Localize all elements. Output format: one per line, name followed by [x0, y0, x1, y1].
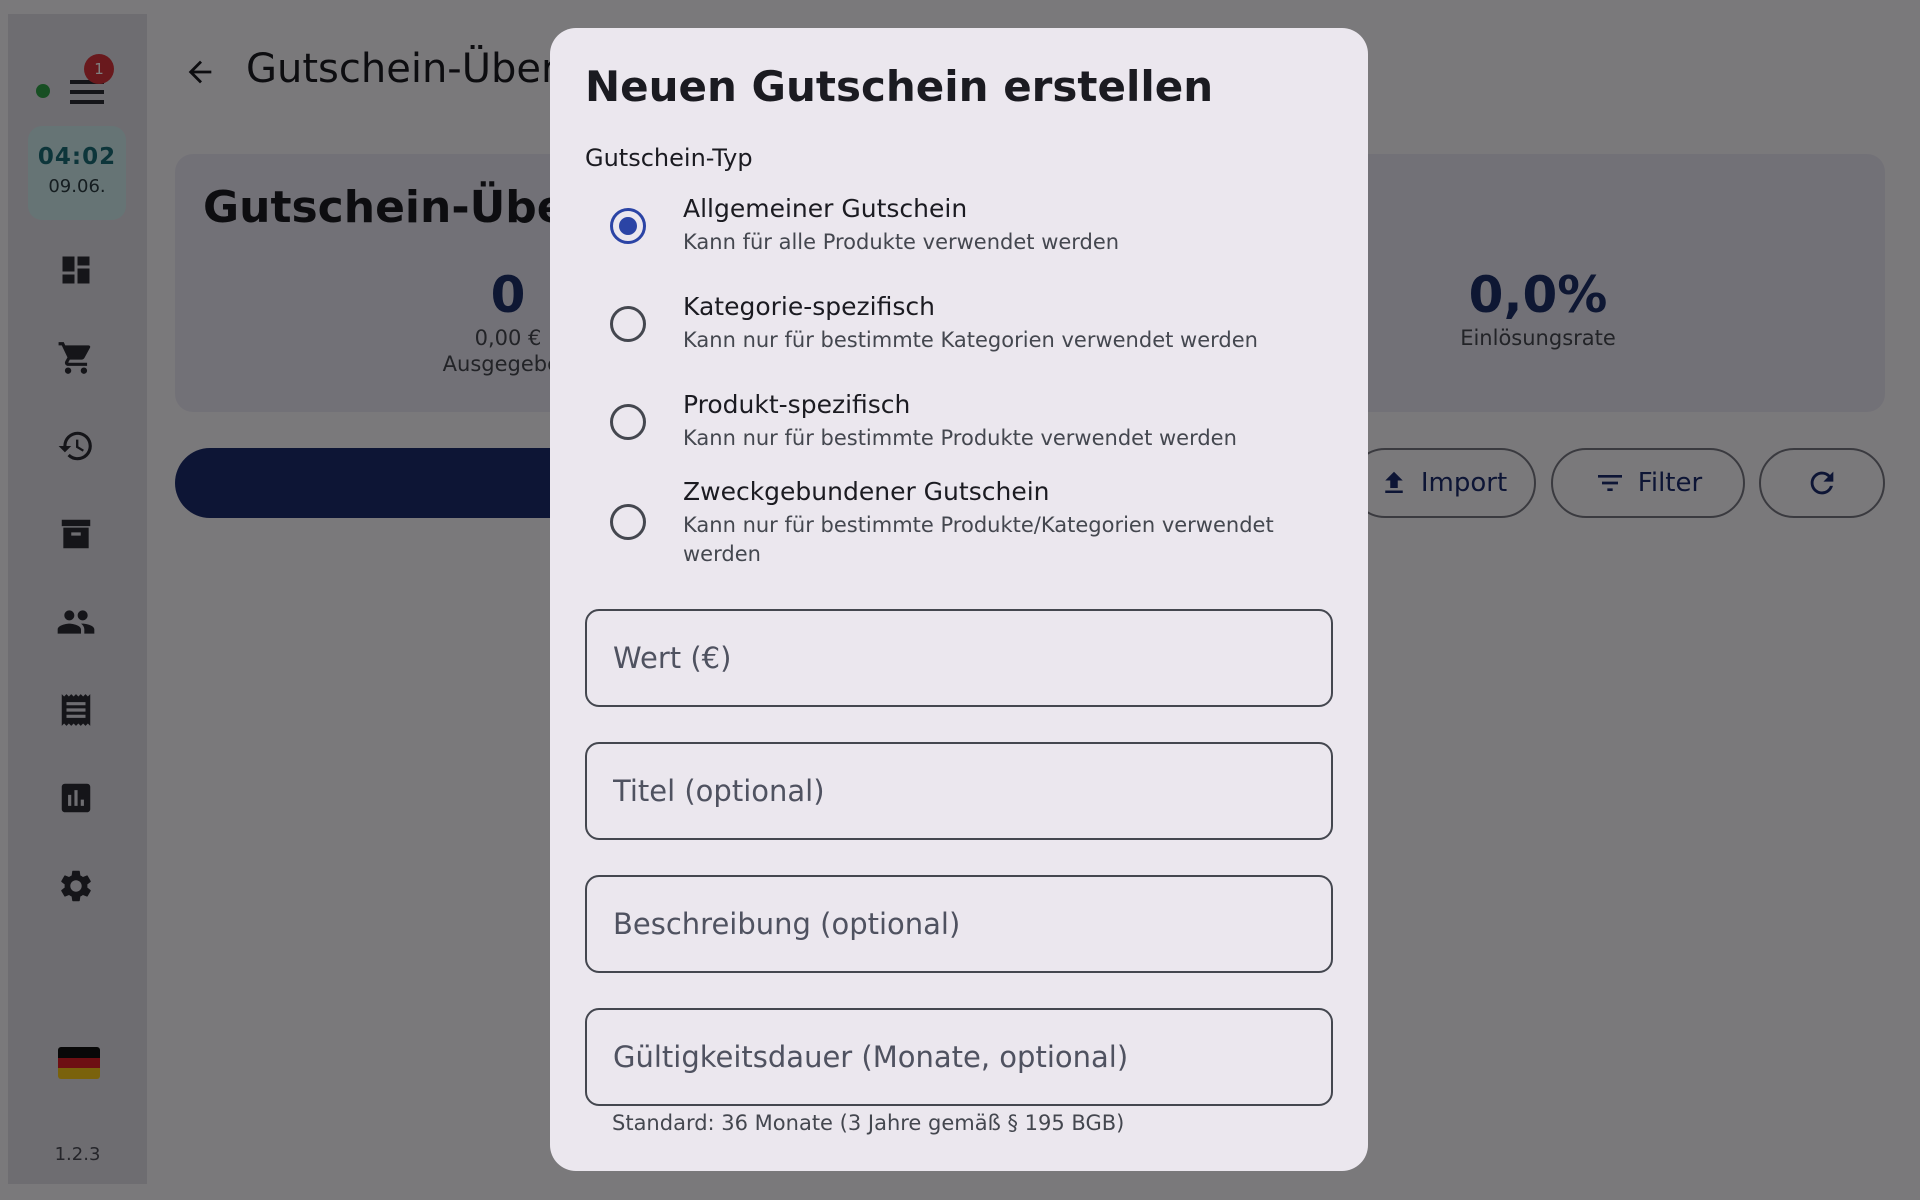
voucher-type-label: Gutschein-Typ	[585, 144, 753, 172]
description-field[interactable]	[585, 875, 1333, 973]
radio-option-description: Kann nur für bestimmte Kategorien verwen…	[683, 328, 1258, 352]
radio-button[interactable]	[610, 306, 646, 342]
value-field[interactable]	[585, 609, 1333, 707]
radio-option-label: Produkt-spezifisch	[683, 390, 911, 419]
radio-option-description: Kann nur für bestimmte Produkte verwende…	[683, 426, 1237, 450]
radio-option-description: Kann für alle Produkte verwendet werden	[683, 230, 1120, 254]
radio-button[interactable]	[610, 404, 646, 440]
validity-helper-text: Standard: 36 Monate (3 Jahre gemäß § 195…	[612, 1111, 1125, 1135]
radio-option-label: Zweckgebundener Gutschein	[683, 477, 1050, 506]
dialog-title: Neuen Gutschein erstellen	[585, 62, 1214, 111]
radio-option-product[interactable]: Produkt-spezifisch Kann nur für bestimmt…	[585, 390, 1345, 470]
radio-button[interactable]	[610, 504, 646, 540]
radio-option-label: Allgemeiner Gutschein	[683, 194, 968, 223]
title-field[interactable]	[585, 742, 1333, 840]
radio-option-description: Kann nur für bestimmte Produkte/Kategori…	[683, 513, 1274, 566]
radio-option-general[interactable]: Allgemeiner Gutschein Kann für alle Prod…	[585, 194, 1345, 274]
radio-option-category[interactable]: Kategorie-spezifisch Kann nur für bestim…	[585, 292, 1345, 372]
radio-option-purpose-bound[interactable]: Zweckgebundener Gutschein Kann nur für b…	[585, 477, 1345, 587]
validity-months-field[interactable]	[585, 1008, 1333, 1106]
radio-button-selected[interactable]	[610, 208, 646, 244]
radio-option-label: Kategorie-spezifisch	[683, 292, 935, 321]
create-voucher-dialog: Neuen Gutschein erstellen Gutschein-Typ …	[550, 28, 1368, 1171]
